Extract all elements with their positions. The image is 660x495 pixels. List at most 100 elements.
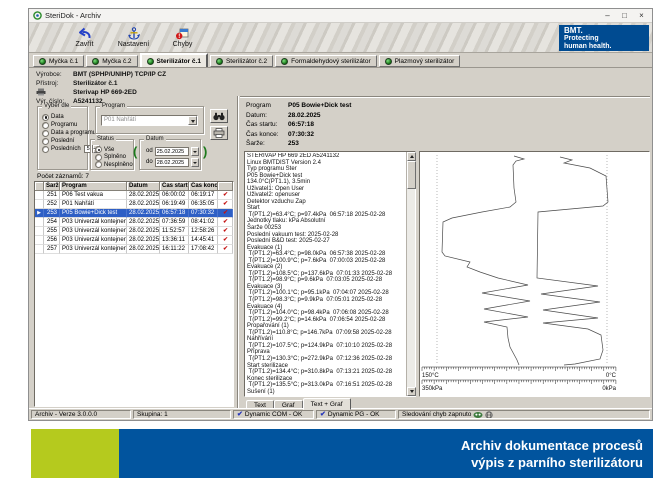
maximize-button[interactable]: □	[616, 9, 633, 22]
cell-cas-startu: 13:36:11	[160, 236, 189, 245]
cell-program: P03 Univerzál kontejnery	[60, 227, 127, 236]
scroll-up-icon[interactable]	[407, 152, 416, 161]
radio-icon[interactable]	[42, 130, 49, 137]
date-to-input[interactable]: 28.02.2025	[155, 158, 189, 167]
settings-button[interactable]: Nastavení	[110, 24, 157, 51]
minimize-button[interactable]: –	[599, 9, 616, 22]
date-to-row: do 28.02.2025	[140, 157, 200, 167]
panel-divider-vertical	[237, 96, 239, 410]
close-button[interactable]: ×	[633, 9, 650, 22]
device-tab-label: Formaldehydový sterilizátor	[291, 58, 370, 65]
date-to-dropdown-icon[interactable]	[191, 158, 199, 167]
select-by-data[interactable]: Data	[38, 113, 87, 121]
process-log-text: STERIVAP HP 669 2ED A5241132 Linux BMTDI…	[247, 153, 405, 395]
date-from-label: od	[146, 148, 153, 154]
device-tab-steriliz-tor-1[interactable]: Sterilizátor č.1	[140, 53, 208, 67]
print-button[interactable]	[210, 126, 228, 140]
scroll-down-icon[interactable]	[407, 387, 416, 396]
table-header-row: ŠaržeProgramDatumČas startuČas konce	[35, 182, 233, 191]
cell-program: P05 Bowie+Dick test	[60, 209, 127, 218]
select-by-posledn-[interactable]: Poslední	[38, 137, 87, 145]
cell-cas-konce: 12:58:26	[189, 227, 218, 236]
close-archive-button[interactable]: Zavřít	[61, 24, 108, 51]
date-to-label: do	[146, 159, 153, 165]
select-by-posledn-ch[interactable]: Posledních5	[38, 145, 87, 153]
cell-datum: 28.02.2025	[127, 200, 160, 209]
radio-icon[interactable]	[95, 146, 102, 153]
detail-label: Program	[246, 102, 288, 109]
date-from-dropdown-icon[interactable]	[191, 147, 199, 156]
detail-row-batch: Šarže: 253	[246, 139, 351, 149]
table-row[interactable]: 252P01 Nahřátí28.02.202506:19:4906:35:05…	[35, 200, 233, 209]
table-row[interactable]: 251P06 Test vakua28.02.202506:00:0206:19…	[35, 191, 233, 200]
cell-cas-startu: 16:11:22	[160, 245, 189, 254]
cell-status-check: ✔	[218, 200, 233, 209]
info-row-model: Sterivap HP 669-2ED	[36, 88, 166, 97]
svg-text:0°C: 0°C	[606, 373, 617, 379]
status-spln-no[interactable]: Splněno	[91, 154, 133, 162]
error-flag-icon: !	[175, 27, 190, 40]
cell-sarze: 257	[44, 245, 60, 254]
table-row[interactable]: 256P03 Univerzál kontejnery28.02.202513:…	[35, 236, 233, 245]
cell-datum: 28.02.2025	[127, 209, 160, 218]
radio-label: Data a programu	[51, 130, 96, 136]
cell-program: P03 Univerzál kontejnery	[60, 236, 127, 245]
device-tab-my-ka-1[interactable]: Myčka č.1	[33, 55, 84, 67]
device-tab-formaldehydov-steriliz-tor[interactable]: Formaldehydový sterilizátor	[275, 55, 376, 67]
table-row[interactable]: 255P03 Univerzál kontejnery28.02.202511:…	[35, 227, 233, 236]
status-text: Dynamic PG - OK	[328, 411, 380, 419]
date-title: Datum	[144, 136, 166, 142]
row-marker	[35, 191, 44, 200]
led-green-icon	[39, 58, 46, 65]
table-row[interactable]: 254P03 Univerzál kontejnery28.02.202507:…	[35, 218, 233, 227]
process-graph: 150°C 0°C 350kPa 0kPa	[420, 152, 649, 396]
bmt-logo-line3: human health.	[564, 43, 649, 51]
detail-value: 253	[288, 140, 299, 147]
cell-cas-startu: 07:36:59	[160, 218, 189, 227]
status-nespln-no[interactable]: Nesplněno	[91, 161, 133, 169]
device-tab-steriliz-tor-2[interactable]: Sterilizátor č.2	[210, 55, 273, 67]
info-value: BMT (SPHP/UNIHP) TCP/IP CZ	[73, 71, 166, 78]
banner-line2: výpis z parního sterilizátoru	[119, 454, 643, 471]
radio-icon[interactable]	[42, 122, 49, 129]
detail-value: 28.02.2025	[288, 112, 321, 119]
log-scrollbar[interactable]	[406, 152, 415, 396]
cell-cas-startu: 06:19:49	[160, 200, 189, 209]
row-marker	[35, 200, 44, 209]
table-row[interactable]: ▶253P05 Bowie+Dick test28.02.202506:57:1…	[35, 209, 233, 218]
device-tab-my-ka-2[interactable]: Myčka č.2	[86, 55, 137, 67]
radio-label: Splněno	[104, 154, 126, 160]
cell-status-check: ✔	[218, 218, 233, 227]
device-tab-plazmov-steriliz-tor[interactable]: Plazmový sterilizátor	[379, 55, 461, 67]
header-marker	[35, 182, 44, 191]
combobox-dropdown-icon[interactable]	[188, 116, 197, 125]
radio-icon[interactable]	[95, 161, 102, 168]
device-info: Výrobce: BMT (SPHP/UNIHP) TCP/IP CZ Přís…	[36, 70, 166, 106]
row-marker: ▶	[35, 209, 44, 218]
radio-icon[interactable]	[95, 154, 102, 161]
select-by-programu[interactable]: Programu	[38, 121, 87, 129]
cell-cas-konce: 08:41:02	[189, 218, 218, 227]
app-window: SteriDok - Archiv – □ × Zavřít	[28, 8, 653, 421]
status-v-e[interactable]: Vše	[91, 146, 133, 154]
cell-program: P03 Univerzál kontejnery	[60, 218, 127, 227]
radio-icon[interactable]	[42, 114, 49, 121]
records-table[interactable]: ŠaržeProgramDatumČas startuČas konce251P…	[34, 181, 234, 407]
tab-text-graf[interactable]: Text + Graf	[303, 398, 351, 410]
date-from-input[interactable]: 25.02.2025	[155, 147, 189, 156]
table-row[interactable]: 257P03 Univerzál kontejnery28.02.202516:…	[35, 245, 233, 254]
radio-icon[interactable]	[42, 146, 49, 153]
header-datum: Datum	[127, 182, 160, 191]
radio-icon[interactable]	[42, 138, 49, 145]
header--as-konce: Čas konce	[189, 182, 218, 191]
program-combobox[interactable]: P01 Nahřátí	[101, 115, 198, 126]
errors-button[interactable]: ! Chyby	[159, 24, 206, 51]
cell-cas-startu: 06:00:02	[160, 191, 189, 200]
select-by-data-a-programu[interactable]: Data a programu	[38, 129, 87, 137]
search-button[interactable]	[210, 109, 228, 123]
scroll-thumb[interactable]	[407, 161, 416, 189]
cell-datum: 28.02.2025	[127, 227, 160, 236]
cell-program: P01 Nahřátí	[60, 200, 127, 209]
date-group: Datum od 25.02.2025 do 28.02.2025	[139, 139, 201, 170]
cell-datum: 28.02.2025	[127, 245, 160, 254]
